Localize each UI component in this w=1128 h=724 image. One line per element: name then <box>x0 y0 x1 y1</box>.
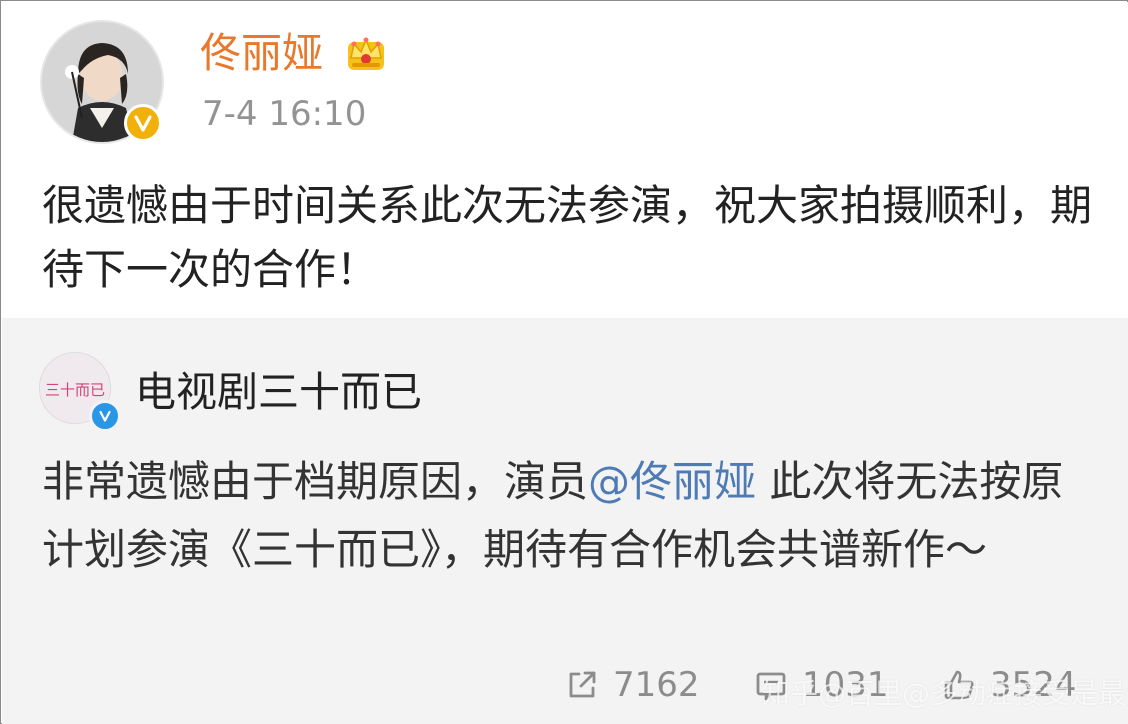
repost-text-before: 非常遗憾由于档期原因，演员 <box>42 457 589 506</box>
user-avatar[interactable] <box>40 20 164 144</box>
post-body-text: 很遗憾由于时间关系此次无法参演，祝大家拍摄顺利，期待下一次的合作！ <box>42 181 1093 294</box>
repost-count: 7162 <box>613 665 700 705</box>
repost-button[interactable]: 7162 <box>565 655 700 715</box>
comment-count: 1031 <box>802 665 889 705</box>
post-username[interactable]: 佟丽娅 <box>200 26 323 80</box>
repost-icon <box>569 671 596 698</box>
like-count: 3524 <box>990 665 1077 705</box>
screenshot-frame: 佟丽娅 7-4 16:10 很遗憾由于时间关系此次无法参演，祝大家拍摄顺利，期待… <box>0 0 1128 724</box>
comment-icon <box>756 672 786 701</box>
verified-badge-icon <box>89 400 121 432</box>
v-badge-icon <box>124 104 162 142</box>
action-bar: 7162 1031 3524 <box>2 655 1128 715</box>
original-post: 佟丽娅 7-4 16:10 很遗憾由于时间关系此次无法参演，祝大家拍摄顺利，期待… <box>2 2 1128 318</box>
comment-button[interactable]: 1031 <box>754 655 889 715</box>
repost-avatar[interactable]: 三十而已 <box>39 352 121 432</box>
repost-body-text: 非常遗憾由于档期原因，演员@佟丽娅 此次将无法按原计划参演《三十而已》，期待有合… <box>42 448 1102 584</box>
post-timestamp: 7-4 16:10 <box>202 94 367 134</box>
reposted-card[interactable]: 三十而已 电视剧三十而已 非常遗憾由于档期原因，演员@佟丽娅 此次将无法按原计划… <box>2 318 1128 724</box>
like-button[interactable]: 3524 <box>942 655 1077 715</box>
repost-username[interactable]: 电视剧三十而已 <box>135 364 422 420</box>
mention-link[interactable]: @佟丽娅 <box>588 457 756 506</box>
repost-avatar-text: 三十而已 <box>45 381 105 399</box>
thumbs-up-icon <box>944 670 974 700</box>
crown-icon <box>342 28 390 76</box>
